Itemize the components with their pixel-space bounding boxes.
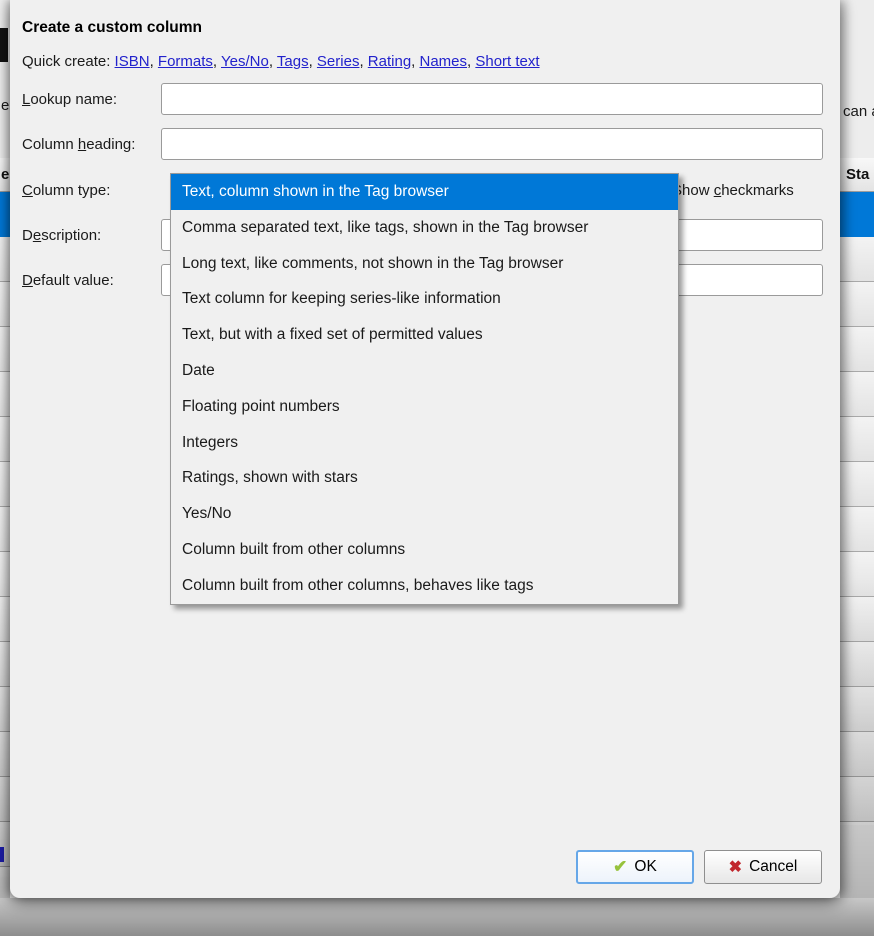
background-window-right-sliver: can a Sta	[840, 0, 874, 936]
column-heading-label: Column heading:	[22, 136, 136, 153]
dialog-title: Create a custom column	[22, 19, 203, 36]
column-type-option-5[interactable]: Date	[171, 353, 678, 389]
quick-create-link-rating[interactable]: Rating	[368, 53, 411, 70]
background-dark-block	[0, 28, 8, 62]
background-table-rows-right	[840, 237, 874, 825]
description-label: Description:	[22, 227, 102, 244]
column-type-option-2[interactable]: Long text, like comments, not shown in t…	[171, 246, 678, 282]
quick-create-separator: ,	[308, 53, 317, 70]
quick-create-link-yes-no[interactable]: Yes/No	[221, 53, 269, 70]
background-right-column-header-text: Sta	[846, 166, 870, 183]
column-type-dropdown-list: Text, column shown in the Tag browser Com…	[170, 173, 679, 605]
quick-create-label: Quick create:	[22, 53, 111, 70]
quick-create-link-isbn[interactable]: ISBN	[115, 53, 150, 70]
background-left-column-header: e	[0, 158, 10, 192]
quick-create-link-short-text[interactable]: Short text	[475, 53, 539, 70]
quick-create-separator: ,	[212, 53, 221, 70]
column-type-option-0[interactable]: Text, column shown in the Tag browser	[171, 174, 678, 210]
cancel-button[interactable]: ✖ Cancel	[704, 850, 822, 884]
column-heading-input[interactable]	[161, 128, 823, 160]
background-link-fragment	[0, 847, 4, 862]
column-type-option-4[interactable]: Text, but with a fixed set of permitted …	[171, 317, 678, 353]
background-right-text-fragment: can a	[843, 103, 874, 120]
quick-create-link-names[interactable]: Names	[420, 53, 468, 70]
column-type-option-9[interactable]: Yes/No	[171, 496, 678, 532]
background-selected-row-right	[840, 192, 874, 237]
quick-create-row: Quick create: ISBN, Formats, Yes/No, Tag…	[22, 53, 540, 70]
column-type-option-3[interactable]: Text column for keeping series-like info…	[171, 281, 678, 317]
background-window-left-sliver: e e	[0, 0, 10, 936]
column-type-label: Column type:	[22, 182, 111, 199]
column-type-option-6[interactable]: Floating point numbers	[171, 389, 678, 425]
quick-create-links: ISBN, Formats, Yes/No, Tags, Series, Rat…	[115, 53, 540, 70]
quick-create-link-tags[interactable]: Tags	[277, 53, 309, 70]
create-custom-column-dialog: Create a custom column Quick create: ISB…	[10, 0, 840, 898]
column-type-option-1[interactable]: Comma separated text, like tags, shown i…	[171, 210, 678, 246]
lookup-name-label: Lookup name:	[22, 91, 118, 108]
cross-icon: ✖	[728, 859, 743, 876]
check-icon: ✔	[613, 857, 628, 876]
column-type-option-8[interactable]: Ratings, shown with stars	[171, 460, 678, 496]
quick-create-separator: ,	[149, 53, 158, 70]
background-left-column-header-text: e	[1, 166, 10, 183]
quick-create-link-formats[interactable]: Formats	[158, 53, 213, 70]
column-type-option-7[interactable]: Integers	[171, 425, 678, 461]
ok-button-label: OK	[634, 858, 657, 875]
background-table-rows-left	[0, 237, 10, 877]
quick-create-separator: ,	[359, 53, 368, 70]
quick-create-separator: ,	[411, 53, 420, 70]
background-bottom-band	[0, 898, 874, 936]
background-right-column-header: Sta	[840, 158, 874, 192]
column-type-option-11[interactable]: Column built from other columns, behaves…	[171, 568, 678, 604]
quick-create-separator: ,	[268, 53, 277, 70]
background-selected-row-left	[0, 192, 10, 237]
cancel-button-label: Cancel	[749, 858, 798, 875]
default-value-label: Default value:	[22, 272, 114, 289]
quick-create-link-series[interactable]: Series	[317, 53, 360, 70]
lookup-name-input[interactable]	[161, 83, 823, 115]
column-type-option-10[interactable]: Column built from other columns	[171, 532, 678, 568]
ok-button[interactable]: ✔ OK	[576, 850, 694, 884]
background-left-label-fragment: e	[1, 97, 10, 114]
show-checkmarks-label[interactable]: Show checkmarks	[672, 182, 794, 199]
